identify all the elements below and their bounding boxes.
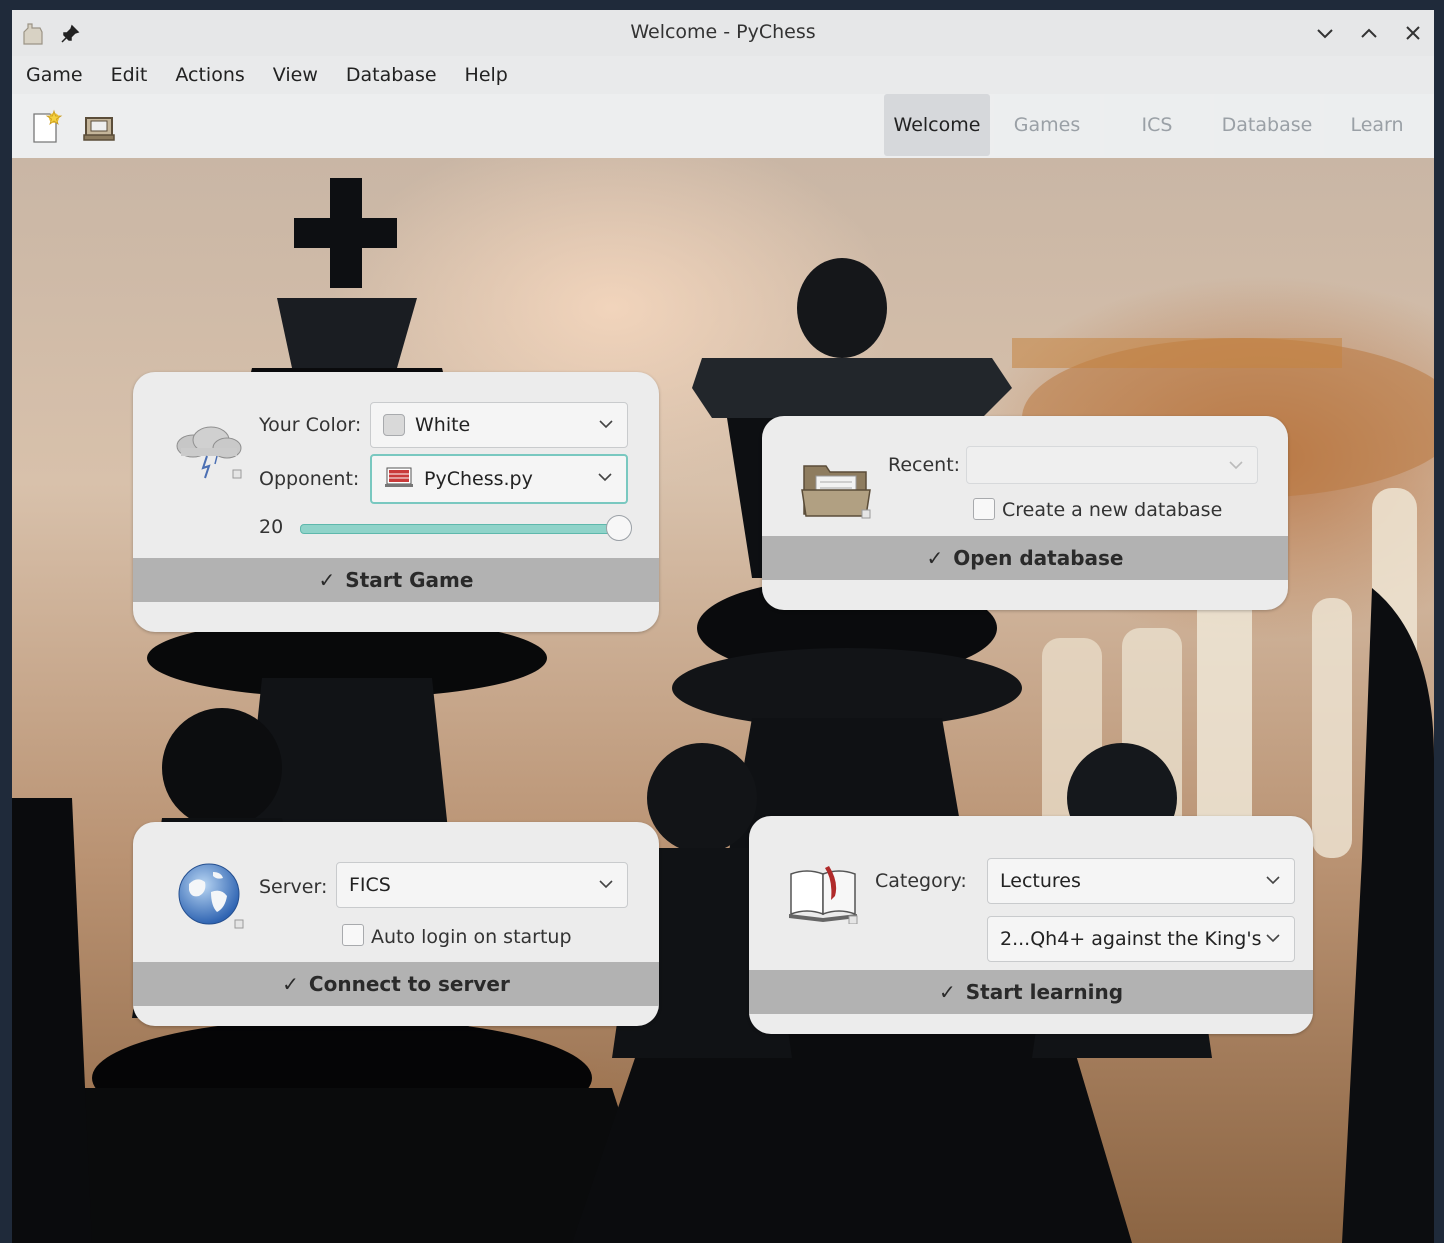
server-card: Server: FICS Auto login on startup ✓ Con…	[133, 822, 659, 1026]
category-select[interactable]: Lectures	[987, 858, 1295, 904]
chevron-down-icon	[598, 473, 612, 482]
server-select[interactable]: FICS	[336, 862, 628, 908]
toolbar: Welcome Games ICS Database Learn	[12, 94, 1434, 158]
open-database-button[interactable]: ✓ Open database	[762, 536, 1288, 580]
chevron-down-icon	[599, 880, 613, 889]
level-slider-track[interactable]	[300, 524, 620, 534]
recent-label: Recent:	[888, 454, 961, 476]
check-icon: ✓	[282, 972, 299, 996]
menu-help[interactable]: Help	[451, 64, 522, 86]
tab-learn[interactable]: Learn	[1324, 94, 1430, 156]
menu-view[interactable]: View	[259, 64, 332, 86]
menu-game[interactable]: Game	[12, 64, 97, 86]
start-game-label: Start Game	[345, 568, 474, 592]
open-database-label: Open database	[953, 546, 1124, 570]
background-chess-photo	[12, 158, 1434, 1243]
opponent-select[interactable]: PyChess.py	[370, 454, 628, 504]
open-database-icon[interactable]	[80, 108, 118, 146]
pychess-window: Welcome - PyChess Game Edit Actions View…	[12, 10, 1434, 1243]
level-slider-handle[interactable]	[606, 515, 632, 541]
auto-login-checkbox[interactable]	[342, 924, 364, 946]
category-select-value: Lectures	[1000, 870, 1081, 892]
window-title: Welcome - PyChess	[630, 21, 816, 43]
database-card: Recent: Create a new database ✓ Open dat…	[762, 416, 1288, 610]
recent-select[interactable]	[966, 446, 1258, 484]
menu-bar: Game Edit Actions View Database Help	[12, 56, 1434, 94]
menu-actions[interactable]: Actions	[161, 64, 258, 86]
tab-welcome[interactable]: Welcome	[884, 94, 990, 156]
chevron-down-icon	[1229, 461, 1243, 470]
check-icon: ✓	[318, 568, 336, 592]
tab-games[interactable]: Games	[994, 94, 1100, 156]
start-learning-button[interactable]: ✓ Start learning	[749, 970, 1313, 1014]
opponent-select-value: PyChess.py	[424, 468, 533, 490]
engine-cloud-icon	[171, 422, 247, 486]
engine-board-icon	[384, 466, 414, 493]
new-game-icon[interactable]	[26, 108, 64, 146]
chevron-down-icon	[1266, 934, 1280, 943]
perspective-tabs: Welcome Games ICS Database Learn	[884, 94, 1430, 158]
book-icon	[787, 860, 863, 928]
title-bar: Welcome - PyChess	[12, 10, 1434, 56]
new-game-card: Your Color: White Opponent: PyChess.py 2…	[133, 372, 659, 632]
menu-database[interactable]: Database	[332, 64, 451, 86]
color-select-value: White	[415, 414, 471, 436]
white-swatch-icon	[383, 414, 405, 436]
check-icon: ✓	[926, 546, 944, 570]
maximize-icon[interactable]	[1356, 20, 1382, 46]
connect-server-button[interactable]: ✓ Connect to server	[133, 962, 659, 1006]
folder-icon	[800, 458, 876, 526]
create-database-label: Create a new database	[1002, 499, 1223, 521]
tab-ics[interactable]: ICS	[1104, 94, 1210, 156]
server-label: Server:	[259, 876, 328, 898]
check-icon: ✓	[938, 980, 956, 1004]
minimize-icon[interactable]	[1312, 20, 1338, 46]
your-color-label: Your Color:	[259, 414, 362, 436]
server-select-value: FICS	[349, 874, 391, 896]
start-game-button[interactable]: ✓ Start Game	[133, 558, 659, 602]
auto-login-label: Auto login on startup	[371, 926, 572, 948]
create-database-checkbox[interactable]	[973, 498, 995, 520]
start-learning-label: Start learning	[965, 980, 1124, 1004]
globe-icon	[177, 862, 247, 936]
lesson-select-value: 2...Qh4+ against the King's ...	[1000, 928, 1262, 950]
tab-database[interactable]: Database	[1214, 94, 1320, 156]
category-label: Category:	[875, 870, 967, 892]
opponent-label: Opponent:	[259, 468, 360, 490]
chevron-down-icon	[599, 420, 613, 429]
level-value: 20	[259, 516, 284, 538]
lesson-select[interactable]: 2...Qh4+ against the King's ...	[987, 916, 1295, 962]
color-select[interactable]: White	[370, 402, 628, 448]
close-icon[interactable]	[1400, 20, 1426, 46]
learn-card: Category: Lectures 2...Qh4+ against the …	[749, 816, 1313, 1034]
connect-server-label: Connect to server	[308, 972, 510, 996]
chevron-down-icon	[1266, 876, 1280, 885]
menu-edit[interactable]: Edit	[97, 64, 162, 86]
